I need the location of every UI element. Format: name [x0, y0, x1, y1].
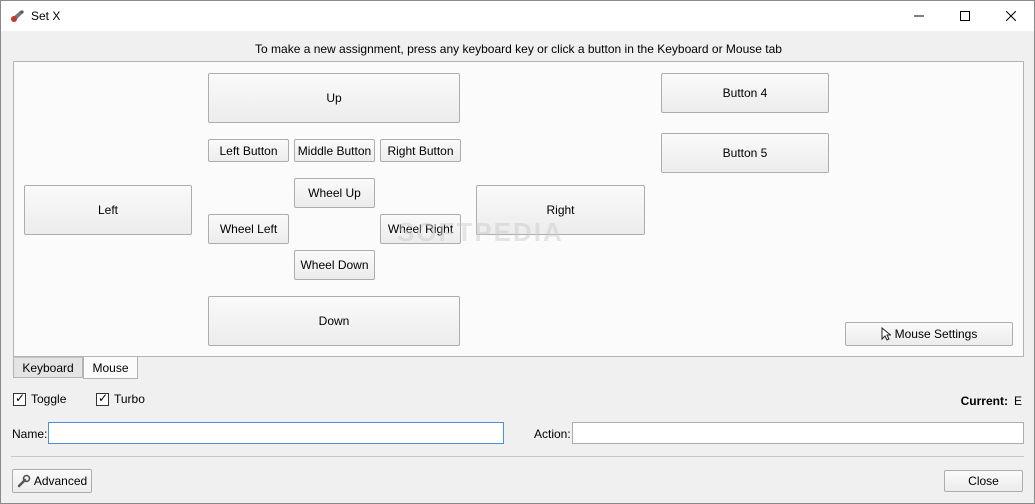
- close-icon: [1006, 11, 1016, 21]
- footer-divider: [11, 456, 1024, 457]
- wheel-right-button[interactable]: Wheel Right: [380, 214, 461, 244]
- instruction-text: To make a new assignment, press any keyb…: [255, 42, 782, 56]
- button-4[interactable]: Button 4: [661, 73, 829, 113]
- name-label: Name:: [12, 427, 48, 441]
- advanced-button[interactable]: Advanced: [12, 469, 92, 493]
- close-window-button[interactable]: [988, 1, 1034, 31]
- up-button[interactable]: Up: [208, 73, 460, 123]
- mouse-settings-button[interactable]: Mouse Settings: [845, 322, 1013, 346]
- down-button[interactable]: Down: [208, 296, 460, 346]
- current-assignment: Current: E: [961, 394, 1022, 408]
- maximize-button[interactable]: [942, 1, 988, 31]
- right-button[interactable]: Right: [476, 185, 645, 235]
- name-input[interactable]: [48, 422, 504, 444]
- action-input[interactable]: [572, 422, 1024, 444]
- wheel-down-button[interactable]: Wheel Down: [294, 250, 375, 280]
- current-label: Current:: [960, 394, 1008, 408]
- turbo-checkbox-box[interactable]: [96, 391, 109, 406]
- left-button[interactable]: Left: [24, 185, 192, 235]
- gamepad-icon: [11, 10, 24, 22]
- wrench-icon: [17, 474, 31, 488]
- button-5[interactable]: Button 5: [661, 133, 829, 173]
- toggle-checkbox-box[interactable]: [13, 391, 26, 406]
- close-button[interactable]: Close: [944, 470, 1023, 492]
- minimize-button[interactable]: [896, 1, 942, 31]
- maximize-icon: [960, 11, 970, 21]
- tab-keyboard[interactable]: Keyboard: [13, 357, 83, 378]
- wheel-up-button[interactable]: Wheel Up: [294, 178, 375, 208]
- current-value: E: [1013, 394, 1022, 408]
- mouse-settings-label: Mouse Settings: [894, 327, 978, 341]
- left-mouse-button[interactable]: Left Button: [208, 139, 289, 162]
- middle-mouse-button[interactable]: Middle Button: [294, 139, 375, 162]
- advanced-label: Advanced: [33, 474, 88, 488]
- mouse-cursor-icon: [881, 327, 891, 341]
- minimize-icon: [914, 15, 924, 17]
- set-x-window: Set X To make a new assignment, press an…: [0, 0, 1035, 504]
- right-mouse-button[interactable]: Right Button: [380, 139, 461, 162]
- tab-mouse[interactable]: Mouse: [83, 357, 138, 379]
- action-label: Action:: [534, 427, 571, 441]
- window-title: Set X: [31, 9, 61, 23]
- mouse-tab-panel: Up Left Button Middle Button Right Butto…: [13, 61, 1024, 357]
- turbo-label: Turbo: [114, 392, 145, 406]
- toggle-label: Toggle: [31, 392, 67, 406]
- toggle-checkbox[interactable]: Toggle: [13, 391, 67, 406]
- wheel-left-button[interactable]: Wheel Left: [208, 214, 289, 244]
- turbo-checkbox[interactable]: Turbo: [96, 391, 145, 406]
- title-bar: Set X: [1, 1, 1034, 31]
